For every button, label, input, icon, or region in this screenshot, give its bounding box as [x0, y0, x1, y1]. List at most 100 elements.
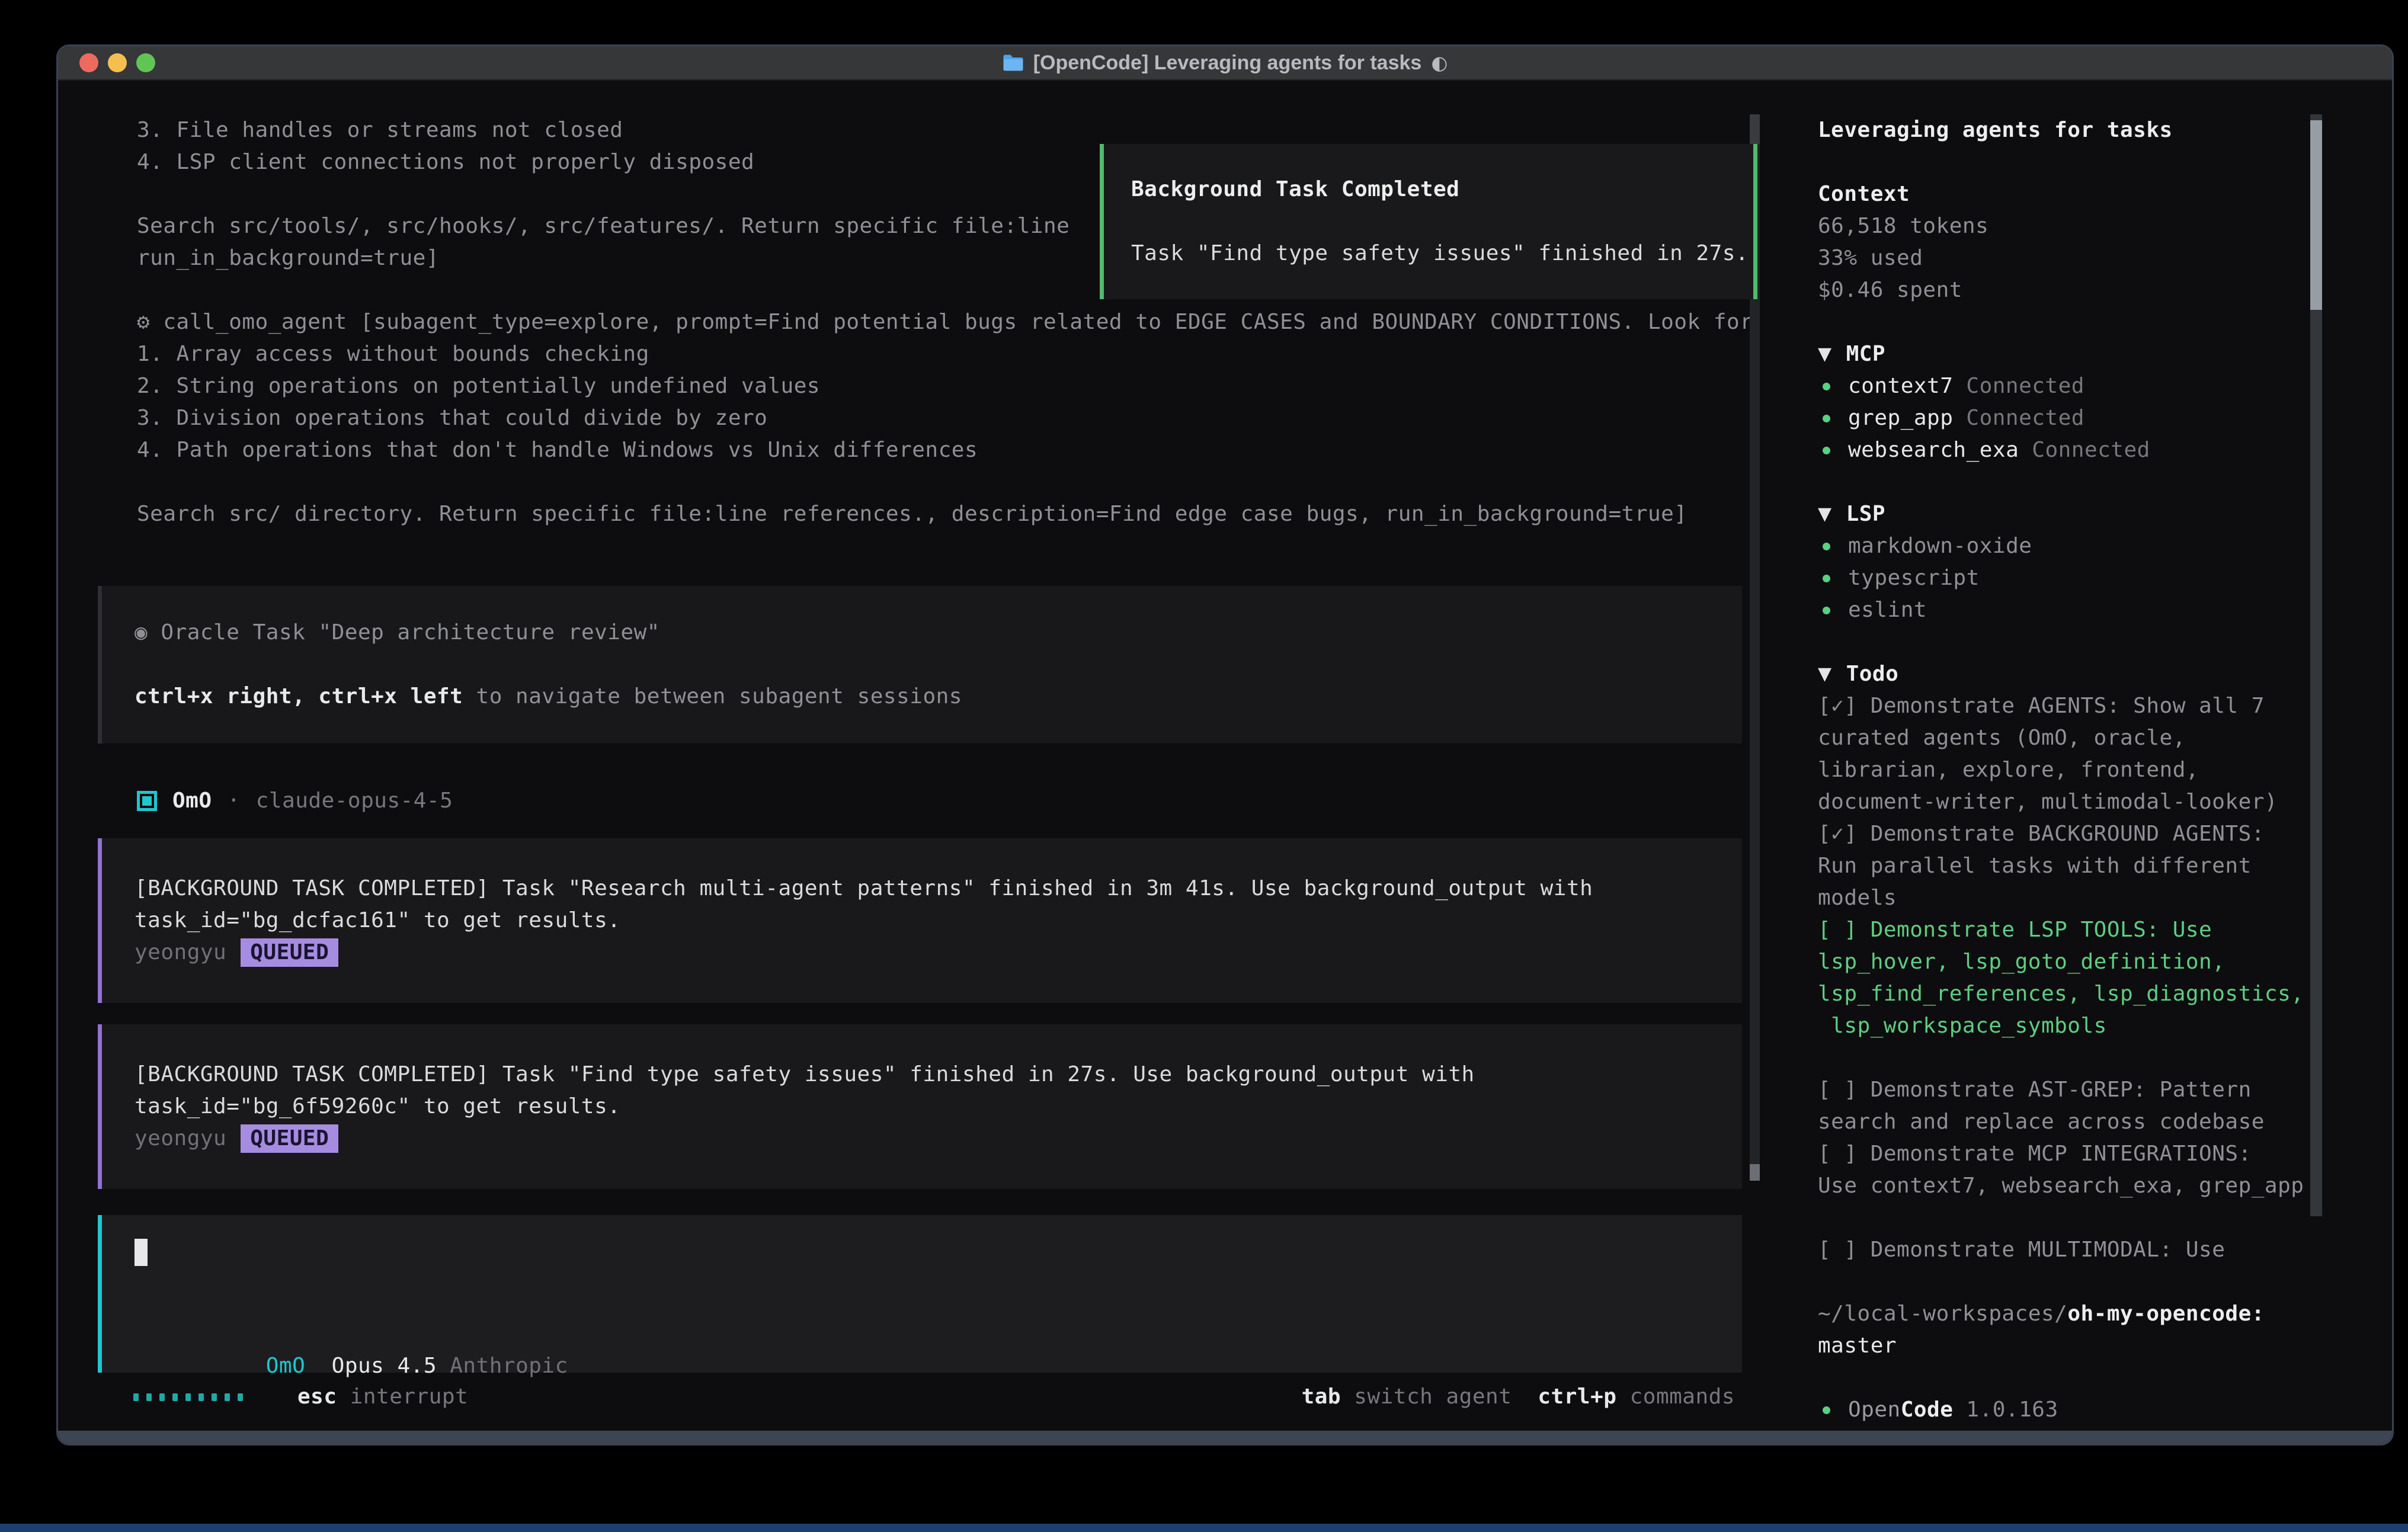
todo-line: [ ] Demonstrate AST-GREP: Pattern	[1818, 1074, 2392, 1106]
app-window: [OpenCode] Leveraging agents for tasks ◐…	[56, 44, 2394, 1446]
ctrlp-key-hint: ctrl+p	[1538, 1381, 1616, 1413]
main-scrollbar-thumb[interactable]	[1750, 1164, 1760, 1181]
session-progress-icon: ◐	[1431, 52, 1448, 74]
session-title: Leveraging agents for tasks	[1818, 114, 2392, 146]
todo-line: librarian, explore, frontend,	[1818, 754, 2392, 786]
scrollback-line: 4. Path operations that don't handle Win…	[137, 434, 1800, 466]
status-dot-icon	[1823, 447, 1830, 454]
working-spinner-dots	[133, 1393, 243, 1401]
opencode-version: OpenCode1.0.163	[1818, 1394, 2392, 1426]
toast-body: Task "Find type safety issues" finished …	[1131, 238, 1753, 270]
session-sidebar: Leveraging agents for tasks Context 66,5…	[1800, 81, 2392, 1431]
scrollback-line: 1. Array access without bounds checking	[137, 338, 1800, 370]
scrollback-line: Search src/ directory. Return specific f…	[137, 498, 1800, 530]
scrollback-line: 3. File handles or streams not closed	[137, 114, 1800, 146]
todo-line: [✓] Demonstrate BACKGROUND AGENTS:	[1818, 818, 2392, 850]
status-dot-icon	[1823, 543, 1830, 550]
queued-status-badge: QUEUED	[241, 1124, 338, 1153]
folder-icon	[1003, 54, 1024, 72]
minimize-window-button[interactable]	[108, 53, 127, 72]
task-message-line: [BACKGROUND TASK COMPLETED] Task "Resear…	[135, 873, 1742, 905]
background-task-toast: Background Task Completed Task "Find typ…	[1100, 144, 1757, 299]
tab-action-hint: switch agent	[1354, 1381, 1512, 1413]
task-author: yeongyu	[135, 1123, 226, 1155]
ctrlp-action-hint: commands	[1630, 1381, 1735, 1413]
todo-line-active: [ ] Demonstrate LSP TOOLS: Use	[1818, 914, 2392, 946]
agent-session-header: OmO · claude-opus-4-5	[137, 785, 1800, 817]
status-dot-icon	[1823, 383, 1830, 390]
scrollback-line-tool-call: ⚙ call_omo_agent [subagent_type=explore,…	[137, 306, 1800, 338]
context-tokens: 66,518 tokens	[1818, 210, 2392, 242]
todo-line: [ ] Demonstrate MULTIMODAL: Use	[1818, 1234, 2392, 1266]
traffic-lights	[79, 53, 155, 72]
status-dot-icon	[1823, 1406, 1830, 1414]
input-provider-label: Anthropic	[450, 1354, 568, 1378]
status-dot-icon	[1823, 575, 1830, 582]
context-spent: $0.46 spent	[1818, 274, 2392, 306]
esc-key-hint: esc	[297, 1381, 337, 1413]
todo-line-active: lsp_workspace_symbols	[1818, 1010, 2392, 1042]
collapse-icon: ▼	[1818, 338, 1832, 370]
desktop-wallpaper-edge	[0, 1524, 2408, 1532]
text-cursor	[135, 1239, 148, 1266]
tab-key-hint: tab	[1302, 1381, 1341, 1413]
titlebar: [OpenCode] Leveraging agents for tasks ◐	[58, 46, 2392, 81]
mcp-item: grep_appConnected	[1818, 402, 2392, 434]
mcp-section-header[interactable]: ▼MCP	[1818, 338, 2392, 370]
scrollback-line: 3. Division operations that could divide…	[137, 402, 1800, 434]
agent-name: OmO	[172, 785, 212, 817]
workspace-path: ~/local-workspaces/oh-my-opencode:	[1818, 1298, 2392, 1330]
lsp-item: markdown-oxide	[1818, 530, 2392, 562]
esc-action-hint: interrupt	[350, 1381, 469, 1413]
agent-model: claude-opus-4-5	[256, 785, 453, 817]
todo-line: Run parallel tasks with different	[1818, 850, 2392, 882]
todo-line: models	[1818, 882, 2392, 914]
todo-line: search and replace across codebase	[1818, 1106, 2392, 1138]
todo-line: Use context7, websearch_exa, grep_app	[1818, 1170, 2392, 1202]
input-model-line: OmO Opus 4.5 Anthropic	[135, 1318, 1742, 1350]
sidebar-scrollbar[interactable]	[2310, 114, 2322, 1216]
todo-line-active: lsp_hover, lsp_goto_definition,	[1818, 946, 2392, 978]
scrollback-line	[137, 466, 1800, 498]
lsp-item: eslint	[1818, 594, 2392, 626]
close-window-button[interactable]	[79, 53, 98, 72]
todo-line: curated agents (OmO, oracle,	[1818, 722, 2392, 754]
todo-line: [✓] Demonstrate AGENTS: Show all 7	[1818, 690, 2392, 722]
background-task-message: [BACKGROUND TASK COMPLETED] Task "Resear…	[98, 838, 1742, 1003]
queued-status-badge: QUEUED	[241, 938, 338, 967]
status-dot-icon	[1823, 415, 1830, 422]
collapse-icon: ▼	[1818, 498, 1832, 530]
dot-separator: ·	[228, 785, 241, 817]
lsp-section-header[interactable]: ▼LSP	[1818, 498, 2392, 530]
context-heading: Context	[1818, 178, 2392, 210]
window-title-area: [OpenCode] Leveraging agents for tasks ◐	[58, 46, 2392, 79]
status-bar: esc interrupt tab switch agent ctrl+p co…	[98, 1381, 1742, 1413]
oracle-task-panel: ◉ Oracle Task "Deep architecture review"…	[98, 586, 1742, 743]
context-used: 33% used	[1818, 242, 2392, 274]
input-agent-label: OmO	[266, 1354, 306, 1378]
sidebar-scrollbar-thumb[interactable]	[2310, 120, 2322, 310]
maximize-window-button[interactable]	[136, 53, 155, 72]
collapse-icon: ▼	[1818, 658, 1832, 690]
prompt-input[interactable]: OmO Opus 4.5 Anthropic	[98, 1215, 1742, 1373]
scrollback-line: 2. String operations on potentially unde…	[137, 370, 1800, 402]
mcp-item: websearch_exaConnected	[1818, 434, 2392, 466]
todo-line: [ ] Demonstrate MCP INTEGRATIONS:	[1818, 1138, 2392, 1170]
status-dot-icon	[1823, 607, 1830, 614]
omo-agent-icon	[137, 791, 157, 811]
window-title: [OpenCode] Leveraging agents for tasks	[1033, 52, 1422, 75]
todo-line-active: lsp_find_references, lsp_diagnostics,	[1818, 978, 2392, 1010]
task-message-line: task_id="bg_6f59260c" to get results.	[135, 1091, 1742, 1123]
task-message-line: [BACKGROUND TASK COMPLETED] Task "Find t…	[135, 1059, 1742, 1091]
todo-section-header[interactable]: ▼Todo	[1818, 658, 2392, 690]
background-task-message: [BACKGROUND TASK COMPLETED] Task "Find t…	[98, 1024, 1742, 1189]
input-model-label: Opus 4.5	[332, 1354, 437, 1378]
mcp-item: context7Connected	[1818, 370, 2392, 402]
oracle-icon: ◉	[135, 620, 148, 645]
task-author: yeongyu	[135, 937, 226, 969]
main-scrollbar-cap	[1750, 114, 1760, 144]
subagent-navigation-hint: ctrl+x right, ctrl+x left to navigate be…	[135, 681, 1742, 713]
toast-title: Background Task Completed	[1131, 174, 1753, 206]
lsp-item: typescript	[1818, 562, 2392, 594]
todo-line: document-writer, multimodal-looker)	[1818, 786, 2392, 818]
